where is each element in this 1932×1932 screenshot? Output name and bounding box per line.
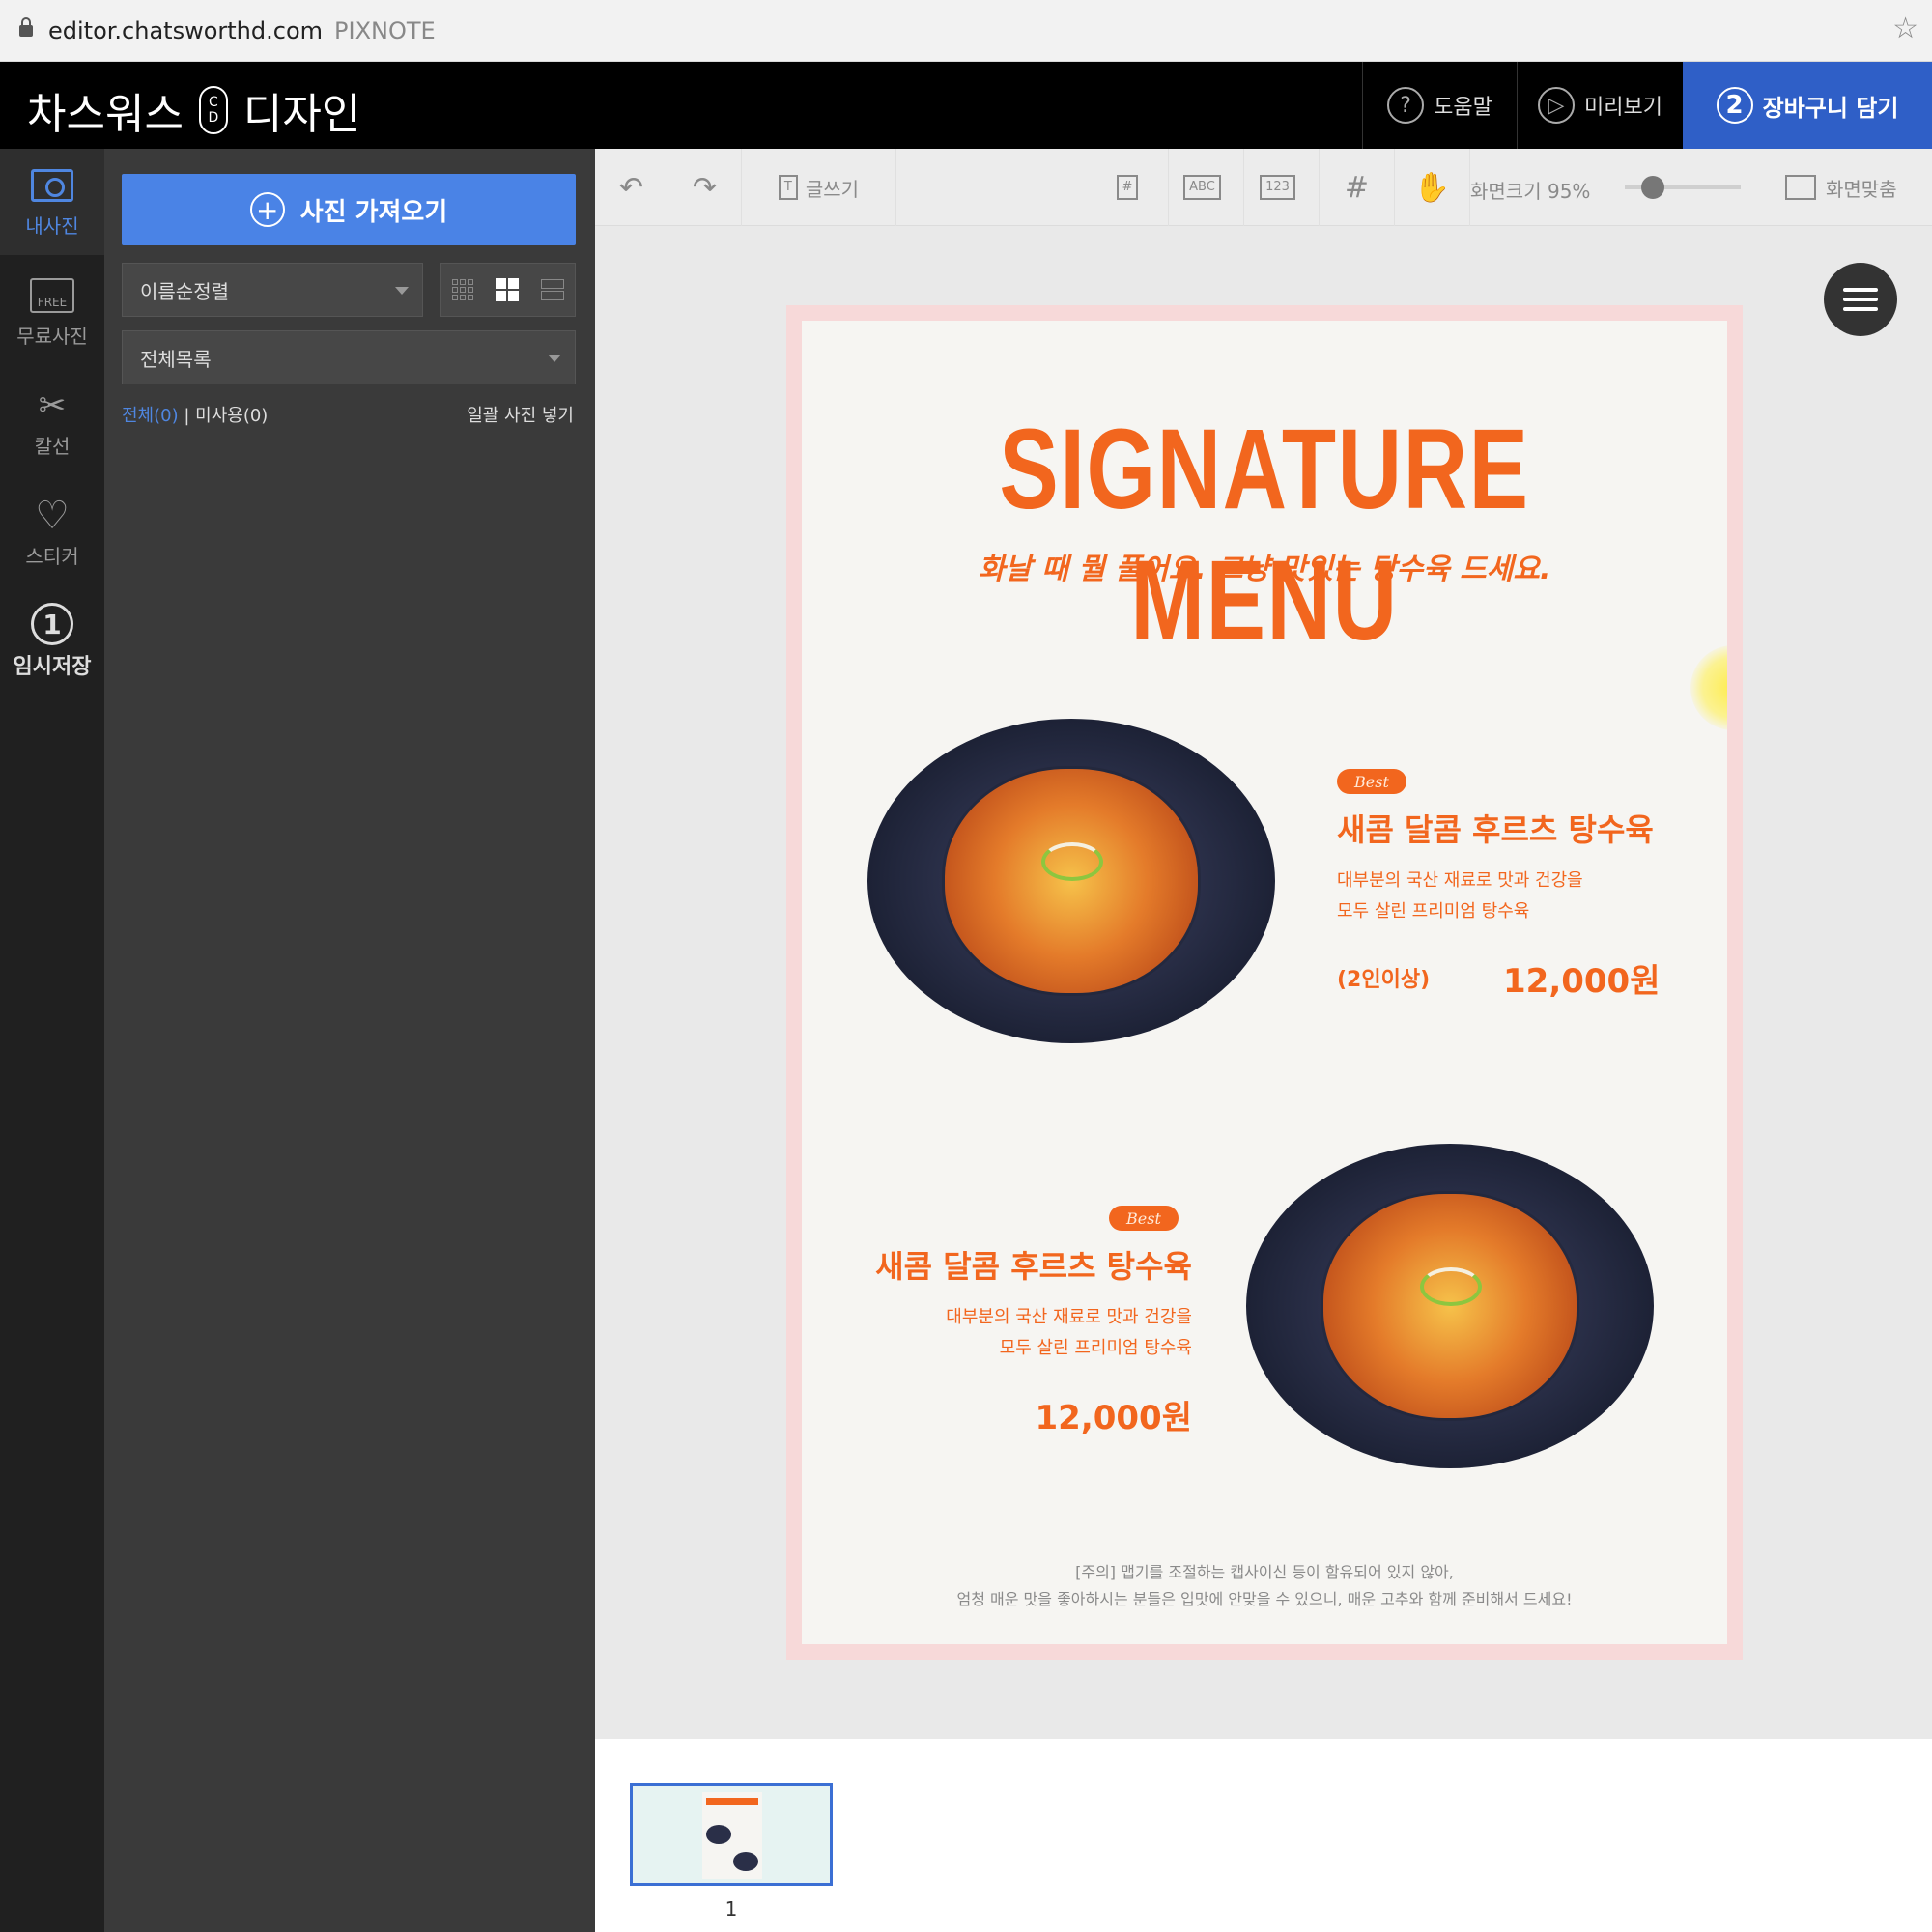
abc-tool-button[interactable]: ABC — [1169, 149, 1244, 226]
grid-icon: # — [1344, 170, 1370, 205]
best-badge: Best — [1109, 1206, 1179, 1231]
page-number: 1 — [724, 1897, 738, 1920]
free-photo-icon: FREE — [30, 277, 74, 313]
poster-page[interactable]: SIGNATURE MENU 화날 때 뭘 풀어요. 그냥 맛있는 탕수육 드세… — [786, 305, 1743, 1660]
page-thumbnail[interactable] — [630, 1783, 833, 1886]
zoom-slider[interactable] — [1625, 176, 1741, 199]
fit-screen-button[interactable]: 화면맞춤 — [1785, 149, 1897, 226]
logo-text-left: 차스워스 — [27, 90, 184, 139]
redo-button[interactable]: ↷ — [668, 149, 742, 226]
sidebar-item-free-photos[interactable]: FREE 무료사진 — [0, 259, 104, 365]
sidebar-item-sticker[interactable]: ♡ 스티커 — [0, 479, 104, 585]
hash-tool-button[interactable]: # — [1094, 149, 1169, 226]
view-toggle — [440, 263, 576, 317]
help-icon: ? — [1387, 87, 1425, 124]
dish-description[interactable]: 대부분의 국산 재료로 맛과 건강을 모두 살린 프리미엄 탕수육 — [867, 1302, 1192, 1364]
hand-tool-button[interactable]: ✋ — [1395, 149, 1470, 226]
site-brand: PIXNOTE — [334, 16, 436, 44]
photo-panel: + 사진 가져오기 이름순정렬 전체목록 전체(0) | 미사용(0) 일괄 사… — [104, 149, 595, 1932]
preview-label: 미리보기 — [1584, 96, 1662, 120]
heart-icon: ♡ — [35, 493, 70, 538]
layer-menu-button[interactable] — [1824, 263, 1897, 336]
poster-title[interactable]: SIGNATURE MENU — [903, 404, 1625, 667]
dish-name[interactable]: 새콤 달콤 후르츠 탕수육 — [1337, 806, 1654, 850]
url-text[interactable]: editor.chatsworthd.com — [48, 17, 323, 44]
dish-photo-2[interactable] — [1246, 1144, 1654, 1468]
number-icon: 123 — [1260, 175, 1295, 200]
dish-name[interactable]: 새콤 달콤 후르츠 탕수육 — [867, 1242, 1192, 1287]
best-badge: Best — [1337, 769, 1406, 794]
dish-price[interactable]: 12,000원 — [867, 1391, 1192, 1438]
zoom-readout: 화면크기 95% — [1470, 180, 1591, 203]
sidebar-item-label: 스티커 — [25, 544, 79, 568]
sidebar-item-label: 임시저장 — [13, 655, 92, 679]
browser-address-bar: editor.chatsworthd.com PIXNOTE ☆ — [0, 0, 1932, 62]
list-view-icon[interactable] — [540, 279, 564, 300]
redo-icon: ↷ — [692, 170, 718, 205]
photo-filters: 전체(0) | 미사용(0) — [122, 402, 268, 427]
hand-icon: ✋ — [1413, 170, 1451, 205]
filter-separator: | — [178, 406, 196, 426]
text-tool-button[interactable]: T 글쓰기 — [742, 149, 896, 226]
tool-sidebar: 내사진 FREE 무료사진 ✂ 칼선 ♡ 스티커 1 임시저장 — [0, 149, 104, 1932]
sidebar-item-my-photos[interactable]: 내사진 — [0, 149, 104, 255]
app-header: 차스워스 C D 디자인 ? 도움말 ▷ 미리보기 2 장바구니 담기 — [0, 62, 1932, 149]
logo-mark-icon: C D — [198, 86, 228, 134]
sort-select[interactable]: 이름순정렬 — [122, 263, 423, 317]
preview-button[interactable]: ▷ 미리보기 — [1517, 62, 1683, 149]
undo-icon: ↶ — [618, 170, 644, 205]
zoom-slider-handle[interactable] — [1640, 176, 1664, 199]
filter-all[interactable]: 전체(0) — [122, 406, 179, 426]
small-grid-icon[interactable] — [452, 279, 474, 300]
filter-unused[interactable]: 미사용(0) — [195, 406, 268, 426]
folder-select[interactable]: 전체목록 — [122, 330, 576, 384]
poster-note[interactable]: [주의] 맵기를 조절하는 캡사이신 등이 함유되어 있지 않아, 엄청 매운 … — [802, 1559, 1727, 1613]
lock-icon — [19, 16, 33, 37]
step-two-icon: 2 — [1716, 87, 1753, 124]
bulk-insert-link[interactable]: 일괄 사진 넣기 — [467, 402, 574, 427]
grid-tool-button[interactable]: # — [1320, 149, 1395, 226]
hash-icon: # — [1116, 175, 1139, 200]
play-icon: ▷ — [1538, 87, 1576, 124]
chevron-down-icon — [395, 287, 409, 295]
photo-icon — [31, 168, 73, 202]
dish-photo-1[interactable] — [867, 719, 1275, 1043]
design-canvas[interactable]: SIGNATURE MENU 화날 때 뭘 풀어요. 그냥 맛있는 탕수육 드세… — [595, 226, 1932, 1739]
scissors-icon: ✂ — [38, 385, 67, 425]
import-label: 사진 가져오기 — [299, 197, 448, 227]
sidebar-item-temp-save[interactable]: 1 임시저장 — [0, 589, 104, 696]
dish-description[interactable]: 대부분의 국산 재료로 맛과 건강을 모두 살린 프리미엄 탕수육 — [1337, 866, 1583, 927]
text-tool-label: 글쓰기 — [805, 177, 860, 201]
sidebar-item-label: 무료사진 — [16, 324, 88, 348]
app-logo[interactable]: 차스워스 C D 디자인 — [27, 79, 360, 141]
number-tool-button[interactable]: 123 — [1244, 149, 1320, 226]
chevron-down-icon — [548, 355, 561, 362]
sidebar-item-label: 칼선 — [34, 434, 71, 458]
serving-size[interactable]: (2인이상) — [1337, 962, 1430, 993]
text-icon: T — [778, 175, 798, 200]
help-label: 도움말 — [1434, 96, 1492, 120]
sidebar-item-cutline[interactable]: ✂ 칼선 — [0, 369, 104, 475]
undo-button[interactable]: ↶ — [595, 149, 668, 226]
step-one-icon: 1 — [31, 603, 73, 645]
import-photo-button[interactable]: + 사진 가져오기 — [122, 174, 576, 245]
add-to-cart-button[interactable]: 2 장바구니 담기 — [1683, 62, 1932, 149]
logo-text-right: 디자인 — [242, 90, 361, 139]
poster-content: SIGNATURE MENU 화날 때 뭘 풀어요. 그냥 맛있는 탕수육 드세… — [802, 321, 1727, 1644]
poster-subtitle[interactable]: 화날 때 뭘 풀어요. 그냥 맛있는 탕수육 드세요. — [802, 545, 1727, 587]
help-button[interactable]: ? 도움말 — [1362, 62, 1517, 149]
cursor-highlight — [1690, 645, 1727, 730]
page-thumbnail-strip: 1 — [595, 1739, 1932, 1932]
dish-price[interactable]: 12,000원 — [1503, 954, 1660, 1002]
abc-icon: ABC — [1183, 175, 1221, 200]
bookmark-star-icon[interactable]: ☆ — [1892, 12, 1918, 45]
sidebar-item-label: 내사진 — [25, 213, 79, 238]
editor-toolbar: ↶ ↷ T 글쓰기 # ABC 123 # ✋ 화면크기 95% 화면맞춤 — [595, 149, 1932, 226]
plus-icon: + — [249, 192, 285, 227]
fit-screen-icon — [1785, 175, 1816, 200]
medium-grid-icon[interactable] — [495, 278, 519, 301]
cart-label: 장바구니 담기 — [1762, 94, 1899, 122]
